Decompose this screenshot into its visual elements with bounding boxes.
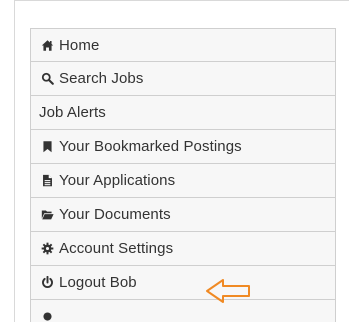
gear-icon [40, 241, 55, 256]
menu-item-logout[interactable]: Logout Bob [30, 266, 336, 300]
menu-item-account-settings[interactable]: Account Settings [30, 232, 336, 266]
home-icon [40, 38, 55, 53]
account-menu: Home Search Jobs Job Alerts Your Bookmar… [30, 28, 336, 322]
menu-item-partial[interactable] [30, 300, 336, 322]
menu-item-documents[interactable]: Your Documents [30, 198, 336, 232]
search-icon [40, 71, 55, 86]
menu-item-label: Job Alerts [39, 104, 106, 121]
menu-item-job-alerts[interactable]: Job Alerts [30, 96, 336, 130]
page: Home Search Jobs Job Alerts Your Bookmar… [0, 0, 349, 322]
menu-item-label: Home [59, 36, 100, 54]
document-icon [40, 173, 55, 188]
menu-item-label: Your Documents [59, 206, 171, 223]
power-icon [40, 275, 55, 290]
menu-item-label: Logout Bob [59, 274, 137, 291]
menu-item-label: Your Bookmarked Postings [59, 138, 242, 155]
bookmark-icon [40, 139, 55, 154]
menu-item-home[interactable]: Home [30, 28, 336, 62]
partial-icon [40, 309, 55, 322]
menu-item-bookmarked-postings[interactable]: Your Bookmarked Postings [30, 130, 336, 164]
folder-open-icon [40, 207, 55, 222]
menu-item-applications[interactable]: Your Applications [30, 164, 336, 198]
menu-item-label: Search Jobs [59, 70, 144, 87]
menu-item-search-jobs[interactable]: Search Jobs [30, 62, 336, 96]
menu-item-label: Your Applications [59, 172, 176, 189]
left-arrow-icon [206, 279, 250, 303]
menu-item-label: Account Settings [59, 240, 174, 257]
